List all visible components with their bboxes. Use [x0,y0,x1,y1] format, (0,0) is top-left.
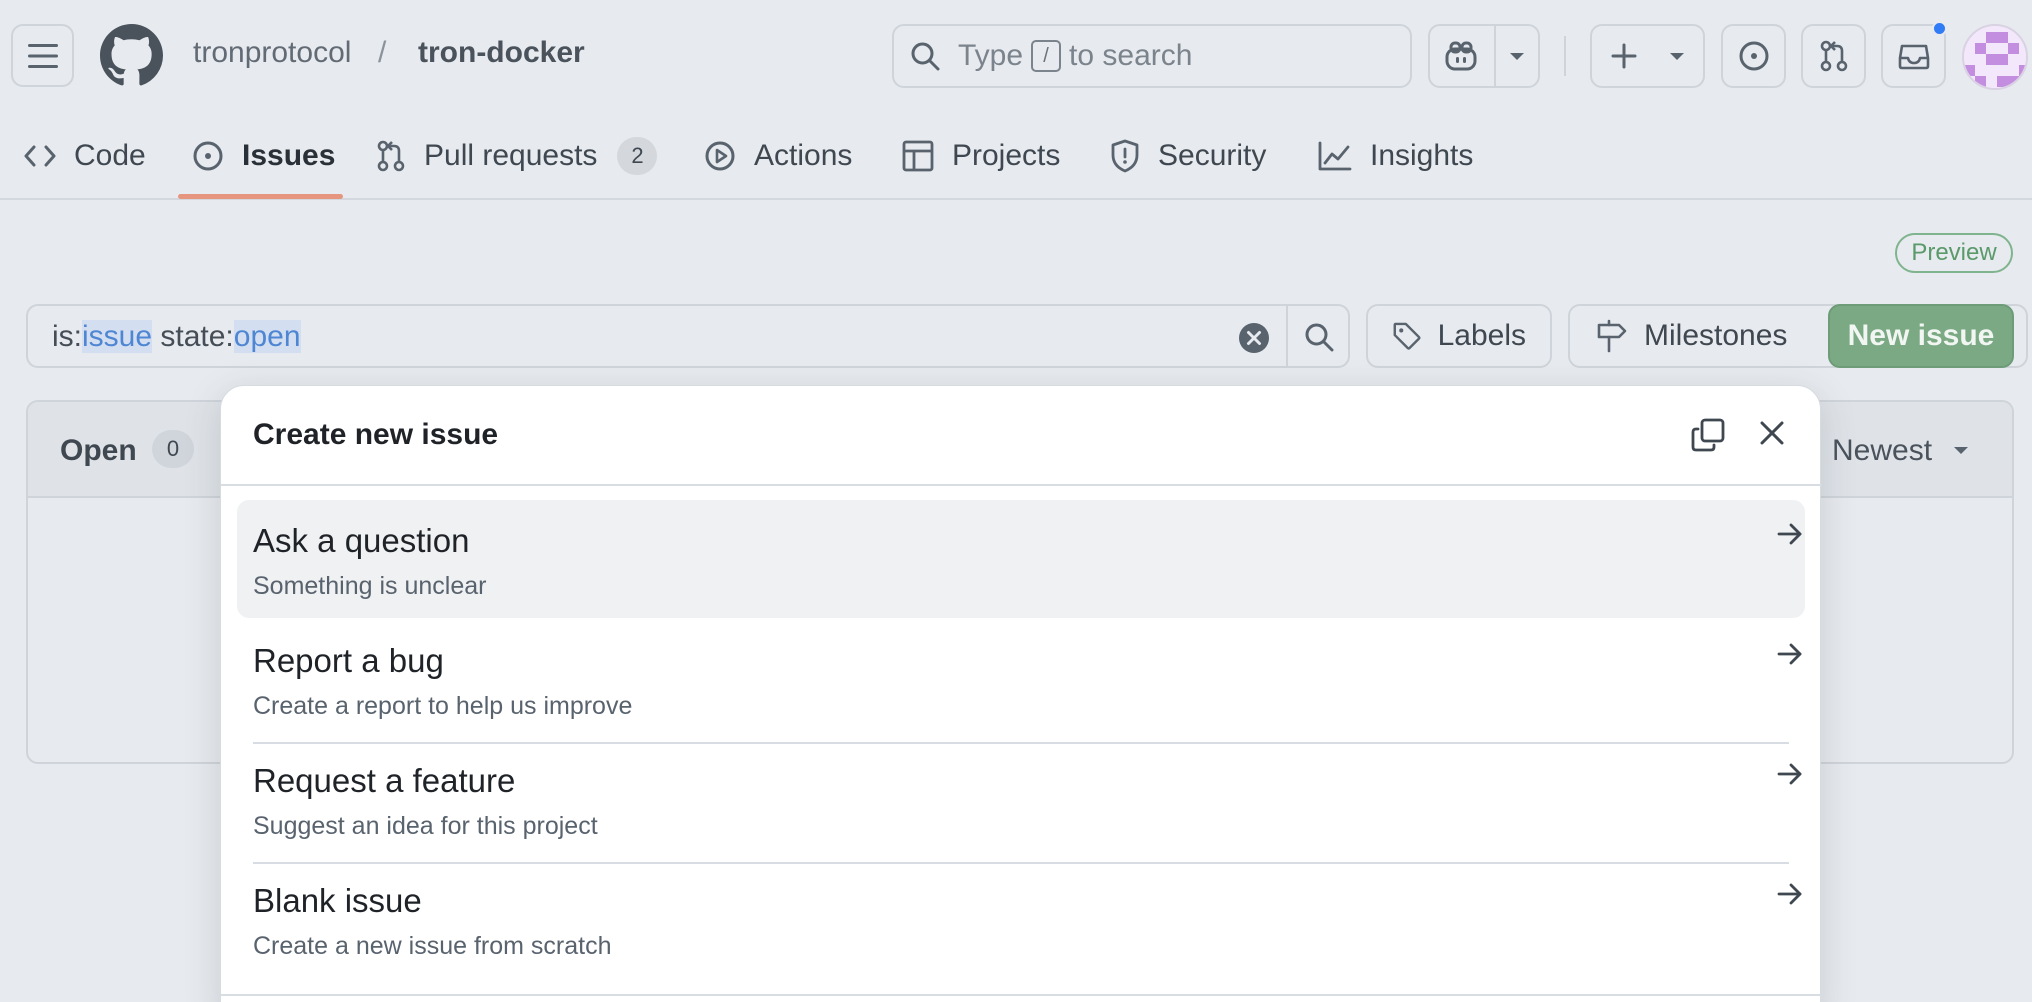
tab-code[interactable]: Code [24,132,146,180]
arrow-right-icon [1777,643,1802,665]
milestone-icon [1597,319,1627,353]
dialog-footer-divider [221,994,1822,996]
template-description: Suggest an idea for this project [253,812,598,840]
milestones-button-label: Milestones [1644,319,1788,352]
global-header: tronprotocol / tron-docker Type / to sea… [0,0,2032,112]
search-placeholder-suffix: to search [1069,39,1193,72]
play-icon [705,141,735,171]
tag-icon [1393,322,1421,350]
avatar[interactable] [1962,24,2028,90]
filter-query: is:issue state:open [52,320,301,354]
tab-security[interactable]: Security [1110,132,1266,180]
template-description: Something is unclear [253,572,487,600]
filter-qualifier: state: [152,320,234,353]
arrow-right-icon [1777,523,1802,545]
template-title: Request a feature [253,762,516,799]
chevron-down-icon[interactable] [1952,444,1970,456]
filter-value: open [233,320,301,353]
issue-opened-icon [193,141,223,171]
tab-pull-requests-label: Pull requests [424,139,598,172]
labels-button-label: Labels [1437,319,1526,352]
filter-value: issue [82,320,153,353]
close-icon[interactable] [1759,420,1785,446]
search-placeholder-prefix: Type [958,39,1024,72]
copilot-button-group[interactable] [1428,24,1540,88]
header-divider [1564,36,1566,76]
tab-insights[interactable]: Insights [1318,132,1473,180]
template-description: Create a new issue from scratch [253,932,612,960]
tab-pull-requests[interactable]: Pull requests 2 [376,132,658,180]
hamburger-icon [27,43,58,68]
shield-icon [1111,139,1139,173]
selected-tab-indicator [178,194,343,199]
filter-divider [1286,306,1288,366]
your-issues-button[interactable] [1721,24,1786,88]
create-issue-dialog: Create new issue Ask a question Somethin… [220,385,1822,1002]
copy-icon[interactable] [1691,418,1725,452]
open-issues-tab[interactable]: Open [60,434,137,468]
code-icon [24,145,56,167]
notification-indicator [1932,21,1947,36]
preview-badge[interactable]: Preview [1895,233,2013,273]
github-logo-icon[interactable] [100,24,163,87]
clear-filter-icon[interactable] [1238,322,1270,354]
tab-issues[interactable]: Issues [192,132,335,180]
breadcrumb-owner[interactable]: tronprotocol [193,36,351,70]
global-search-input[interactable]: Type / to search [892,24,1412,88]
copilot-divider [1494,26,1496,86]
issue-filter-input[interactable]: is:issue state:open [26,304,1350,368]
repo-navigation: Code Issues Pull requests 2 Actions Proj… [0,112,2032,200]
dialog-title: Create new issue [253,418,499,451]
pull-request-icon [1820,40,1847,72]
issue-opened-icon [1739,41,1768,71]
tab-insights-label: Insights [1370,139,1474,172]
labels-button[interactable]: Labels [1366,304,1552,368]
filter-qualifier: is: [52,320,82,353]
tab-projects-label: Projects [952,139,1061,172]
template-title: Report a bug [253,642,444,679]
template-description: Create a report to help us improve [253,692,633,720]
tab-security-label: Security [1158,139,1267,172]
menu-button[interactable] [11,24,74,87]
dialog-header-divider [221,484,1822,486]
breadcrumb-separator: / [378,36,387,69]
inbox-icon [1898,44,1929,70]
search-icon[interactable] [1304,322,1334,352]
template-title: Ask a question [253,522,470,559]
template-option-blank-issue[interactable]: Blank issue Create a new issue from scra… [237,860,1805,978]
your-pull-requests-button[interactable] [1801,24,1866,88]
template-title: Blank issue [253,882,422,919]
tab-projects[interactable]: Projects [902,132,1060,180]
tab-code-label: Code [74,139,146,172]
chevron-down-icon[interactable] [1508,50,1526,62]
search-shortcut-key: / [1031,40,1062,72]
sort-dropdown[interactable]: Newest [1832,434,1932,468]
copilot-icon [1445,41,1477,71]
template-option-ask-question[interactable]: Ask a question Something is unclear [237,500,1805,618]
open-issues-count: 0 [152,430,194,468]
template-option-report-bug[interactable]: Report a bug Create a report to help us … [237,620,1805,738]
chevron-down-icon [1670,53,1684,60]
table-icon [902,140,934,172]
tab-actions[interactable]: Actions [704,132,852,180]
pull-request-icon [377,140,405,172]
pull-requests-count: 2 [617,137,658,175]
template-option-request-feature[interactable]: Request a feature Suggest an idea for th… [237,740,1805,858]
tab-issues-label: Issues [242,139,336,172]
breadcrumb-repo[interactable]: tron-docker [418,36,585,70]
create-new-button[interactable] [1590,24,1705,88]
arrow-right-icon [1777,763,1802,785]
graph-icon [1318,141,1352,171]
search-icon [911,42,940,71]
plus-icon [1611,43,1637,69]
arrow-right-icon [1777,883,1802,905]
new-issue-button[interactable]: New issue [1828,304,2014,368]
tab-actions-label: Actions [754,139,853,172]
